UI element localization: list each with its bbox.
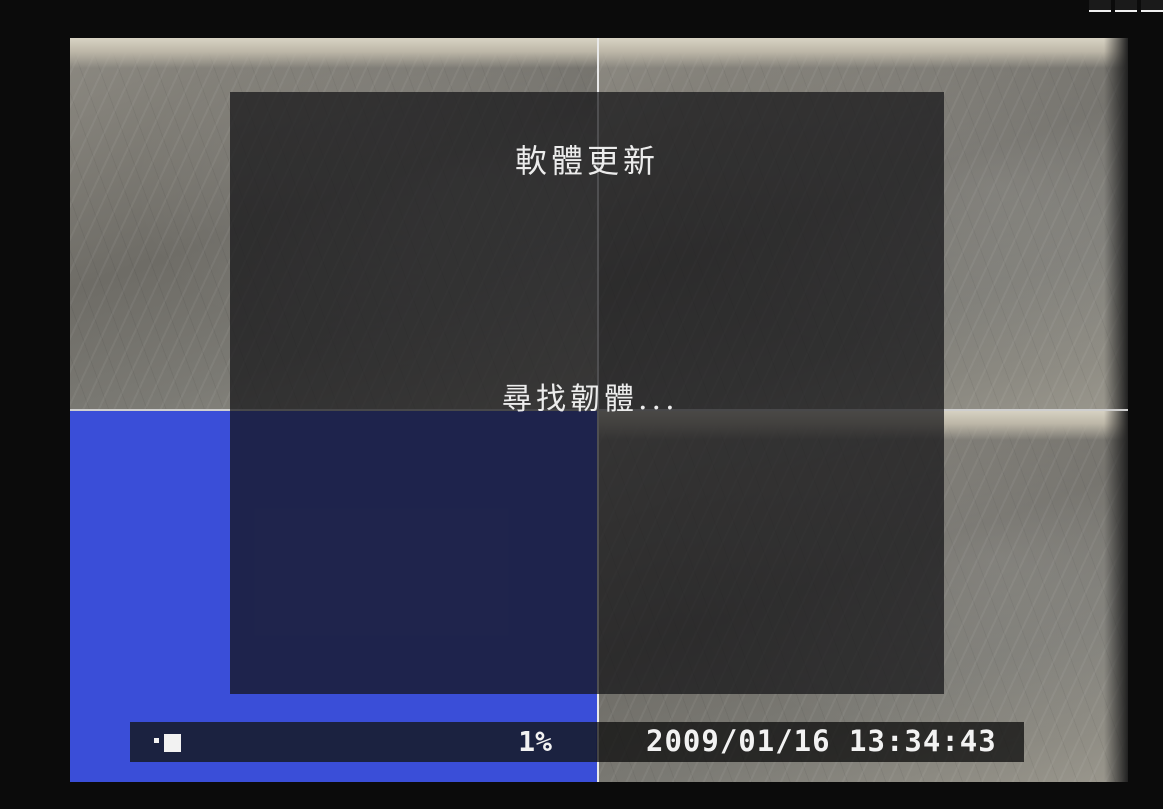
status-bar-left: 1%: [130, 722, 596, 762]
datetime-display: 2009/01/16 13:34:43: [646, 724, 997, 758]
dialog-status-message: 尋找韌體...: [502, 382, 679, 417]
corner-block: [1141, 0, 1163, 12]
status-bar-right: 2009/01/16 13:34:43: [596, 722, 1024, 762]
firmware-update-dialog: 軟體更新 尋找韌體...: [230, 92, 944, 694]
hdd-icon: [154, 734, 186, 752]
disk-usage: 1%: [518, 725, 552, 758]
corner-indicator: [1083, 0, 1163, 12]
dialog-title: 軟體更新: [514, 142, 659, 180]
status-bar: 1% 2009/01/16 13:34:43: [130, 722, 1024, 762]
corner-block: [1115, 0, 1137, 12]
corner-block: [1089, 0, 1111, 12]
